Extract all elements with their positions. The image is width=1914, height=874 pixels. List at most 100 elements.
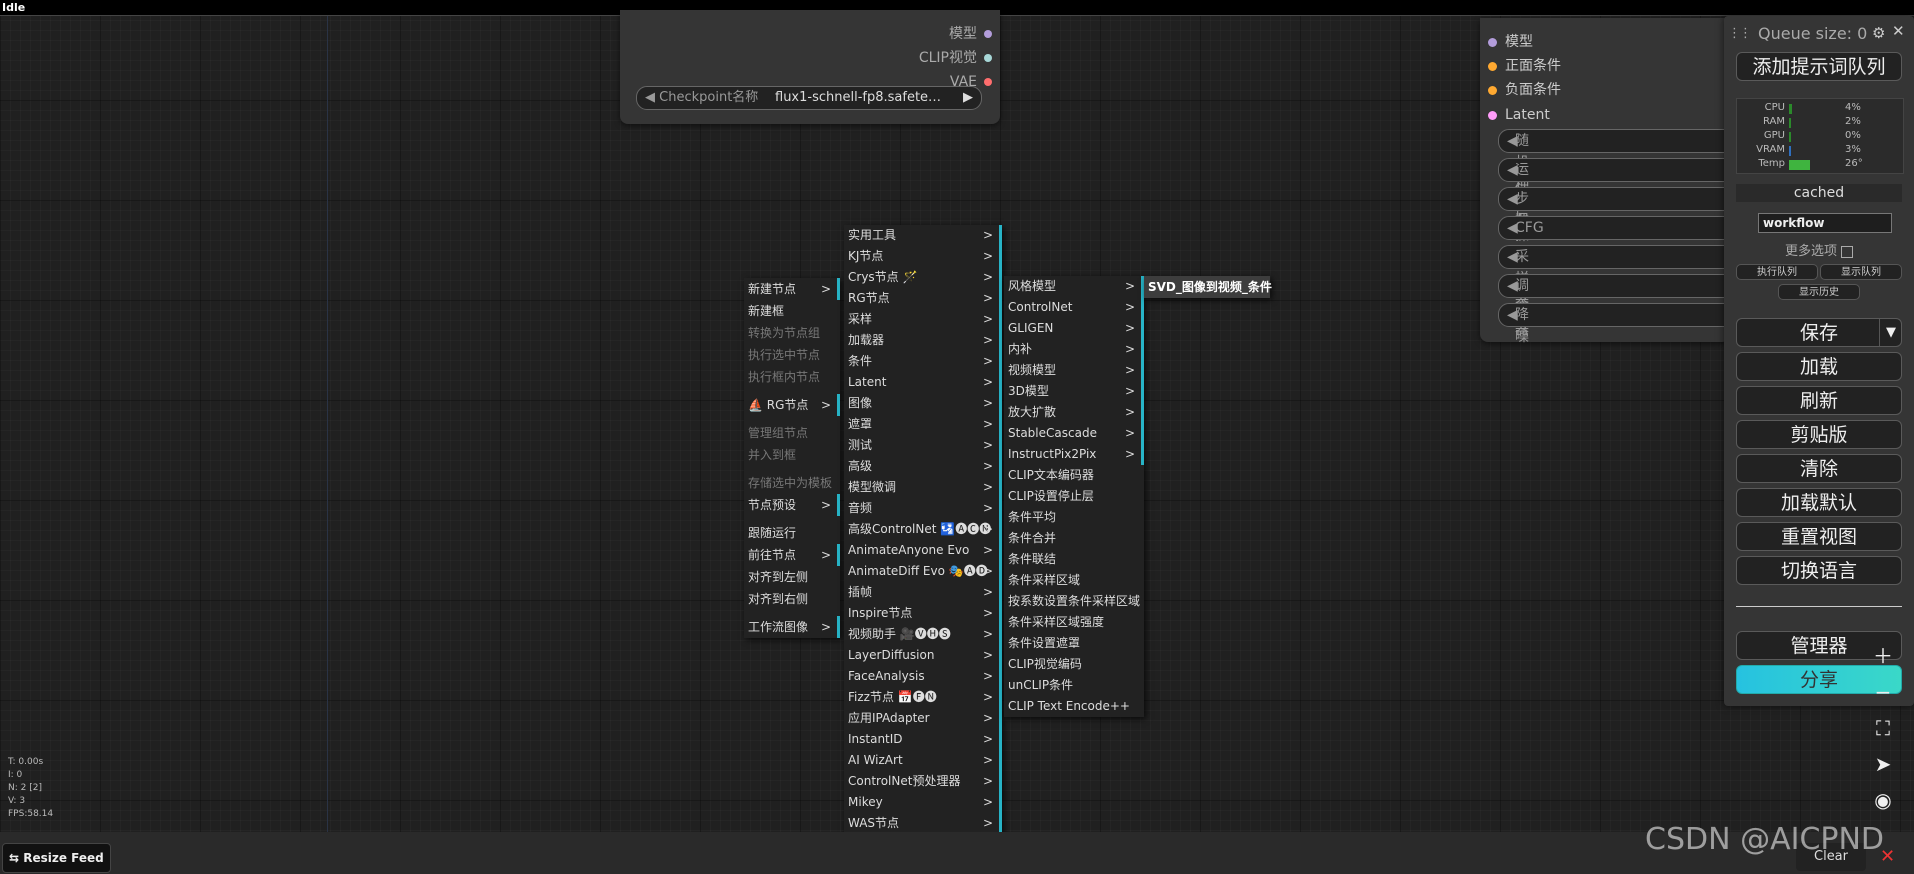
conditioning-item[interactable]: 放大扩散 >: [1004, 402, 1144, 423]
widget-sampler[interactable]: ◀ 采样器: [1498, 245, 1760, 309]
dropdown-arrow-icon[interactable]: ▼: [1879, 319, 1902, 346]
fit-view-icon[interactable]: ⛶: [1863, 712, 1903, 744]
category-item[interactable]: RG节点 >: [844, 288, 1002, 309]
category-item[interactable]: 高级 >: [844, 456, 1002, 477]
widget-seed[interactable]: ◀ 随机种: [1498, 129, 1760, 193]
category-item[interactable]: Mikey >: [844, 792, 1002, 813]
widget-scheduler[interactable]: ◀ 调度器: [1498, 274, 1760, 338]
menu-item-add-node[interactable]: 新建节点 >: [744, 278, 840, 300]
more-options[interactable]: 更多选项: [1724, 240, 1914, 259]
navigate-icon[interactable]: ➤: [1863, 748, 1903, 780]
input-slot-dot[interactable]: [1488, 85, 1497, 95]
menu-item-rg-nodes[interactable]: ⛵ RG节点 >: [744, 394, 840, 416]
switch-language-button[interactable]: 切换语言: [1736, 556, 1902, 585]
save-button[interactable]: 保存 ▼: [1736, 318, 1902, 347]
menu-item-goto-node[interactable]: 前往节点 >: [744, 544, 840, 566]
conditioning-item[interactable]: ControlNet >: [1004, 297, 1144, 318]
category-item[interactable]: WAS节点 >: [844, 813, 1002, 834]
conditioning-item[interactable]: unCLIP条件: [1004, 675, 1144, 696]
refresh-button[interactable]: 刷新: [1736, 386, 1902, 415]
category-item[interactable]: 采样 >: [844, 309, 1002, 330]
menu-item-follow-run[interactable]: 跟随运行: [744, 522, 840, 544]
ksampler-node[interactable]: 模型 正面条件 负面条件 Latent ◀ 随机种 ◀ 运行后操作 ◀ 步数 ◀…: [1480, 18, 1760, 345]
menu-item-align-left[interactable]: 对齐到左侧: [744, 566, 840, 588]
category-item[interactable]: InstantID >: [844, 729, 1002, 750]
input-slot-dot[interactable]: [1488, 61, 1497, 71]
exec-queue-button[interactable]: 执行队列: [1736, 264, 1818, 280]
zoom-in-icon[interactable]: ＋: [1863, 640, 1903, 672]
conditioning-item[interactable]: CLIP文本编码器: [1004, 465, 1144, 486]
conditioning-item[interactable]: 条件平均: [1004, 507, 1144, 528]
input-slot-dot[interactable]: [1488, 110, 1497, 120]
menu-item-workflow-image[interactable]: 工作流图像 >: [744, 616, 840, 638]
input-negative[interactable]: 负面条件: [1488, 79, 1561, 101]
more-options-checkbox[interactable]: [1841, 245, 1853, 258]
output-clip-vision[interactable]: CLIP视觉: [919, 47, 992, 69]
category-item[interactable]: 音频 >: [844, 498, 1002, 519]
load-default-button[interactable]: 加载默认: [1736, 488, 1902, 517]
category-item[interactable]: 视频助手 🎥🅥🅗🅢 >: [844, 624, 1002, 645]
conditioning-item[interactable]: GLIGEN >: [1004, 318, 1144, 339]
category-item[interactable]: 条件 >: [844, 351, 1002, 372]
conditioning-item[interactable]: 风格模型 >: [1004, 276, 1144, 297]
clear-button[interactable]: 清除: [1736, 454, 1902, 483]
conditioning-item[interactable]: 条件采样区域强度: [1004, 612, 1144, 633]
category-item[interactable]: LayerDiffusion >: [844, 645, 1002, 666]
conditioning-item[interactable]: 条件合并: [1004, 528, 1144, 549]
conditioning-item[interactable]: 条件采样区域: [1004, 570, 1144, 591]
output-model[interactable]: 模型: [949, 23, 992, 45]
category-item[interactable]: 模型微调 >: [844, 477, 1002, 498]
category-item[interactable]: 插帧 >: [844, 582, 1002, 603]
category-item[interactable]: 图像 >: [844, 393, 1002, 414]
category-item[interactable]: 遮罩 >: [844, 414, 1002, 435]
category-item[interactable]: 高级ControlNet 🛂🅐🅒🅝 >: [844, 519, 1002, 540]
category-item[interactable]: 测试 >: [844, 435, 1002, 456]
category-item[interactable]: 加载器 >: [844, 330, 1002, 351]
menu-item-align-right[interactable]: 对齐到右侧: [744, 588, 840, 610]
queue-prompt-button[interactable]: 添加提示词队列: [1736, 52, 1902, 81]
category-item[interactable]: AnimateAnyone Evo >: [844, 540, 1002, 561]
menu-item-node-presets[interactable]: 节点预设 >: [744, 494, 840, 516]
eye-icon[interactable]: ◉: [1863, 784, 1903, 816]
conditioning-item[interactable]: StableCascade >: [1004, 423, 1144, 444]
input-model[interactable]: 模型: [1488, 31, 1533, 53]
category-item[interactable]: Inspire节点 >: [844, 603, 1002, 624]
conditioning-item[interactable]: 内补 >: [1004, 339, 1144, 360]
load-button[interactable]: 加载: [1736, 352, 1902, 381]
widget-steps[interactable]: ◀ 步数: [1498, 187, 1760, 229]
resize-feed-button[interactable]: ⇆ Resize Feed: [2, 843, 111, 873]
clipspace-button[interactable]: 剪贴版: [1736, 420, 1902, 449]
workflow-name-input[interactable]: workflow: [1758, 213, 1892, 233]
zoom-out-icon[interactable]: −: [1863, 676, 1903, 708]
category-item[interactable]: Latent >: [844, 372, 1002, 393]
widget-denoise[interactable]: ◀ 降噪: [1498, 303, 1760, 345]
input-slot-dot[interactable]: [1488, 37, 1497, 47]
view-queue-button[interactable]: 显示队列: [1820, 264, 1902, 280]
conditioning-item[interactable]: CLIP设置停止层: [1004, 486, 1144, 507]
view-history-button[interactable]: 显示历史: [1778, 284, 1860, 300]
conditioning-item[interactable]: CLIP Text Encode++: [1004, 696, 1144, 717]
conditioning-item[interactable]: 按系数设置条件采样区域: [1004, 591, 1144, 612]
checkpoint-name-widget[interactable]: ◀ Checkpoint名称 flux1-schnell-fp8.safete……: [636, 86, 982, 110]
checkpoint-loader-node[interactable]: 模型 CLIP视觉 VAE ◀ Checkpoint名称 flux1-schne…: [620, 10, 1000, 124]
conditioning-item[interactable]: 3D模型 >: [1004, 381, 1144, 402]
conditioning-item[interactable]: 视频模型 >: [1004, 360, 1144, 381]
drag-handle-icon[interactable]: ⋮⋮: [1728, 26, 1752, 41]
conditioning-item[interactable]: 条件联结: [1004, 549, 1144, 570]
conditioning-item[interactable]: CLIP视觉编码: [1004, 654, 1144, 675]
category-item[interactable]: KJ节点 >: [844, 246, 1002, 267]
menu-item-svd-img2vid[interactable]: SVD_图像到视频_条件: [1144, 276, 1272, 298]
gear-icon[interactable]: ⚙: [1872, 24, 1885, 42]
close-icon[interactable]: ✕: [1892, 22, 1905, 40]
category-item[interactable]: AnimateDiff Evo 🎭🅐🅓 >: [844, 561, 1002, 582]
input-latent[interactable]: Latent: [1488, 104, 1550, 126]
menu-item-add-group[interactable]: 新建框: [744, 300, 840, 322]
reset-view-button[interactable]: 重置视图: [1736, 522, 1902, 551]
category-item[interactable]: 实用工具 >: [844, 225, 1002, 246]
widget-control-after[interactable]: ◀ 运行后操作: [1498, 158, 1760, 266]
category-item[interactable]: Crys节点 🪄 >: [844, 267, 1002, 288]
category-item[interactable]: 应用IPAdapter >: [844, 708, 1002, 729]
category-item[interactable]: FaceAnalysis >: [844, 666, 1002, 687]
widget-cfg[interactable]: ◀ CFG: [1498, 216, 1760, 240]
conditioning-item[interactable]: InstructPix2Pix >: [1004, 444, 1144, 465]
